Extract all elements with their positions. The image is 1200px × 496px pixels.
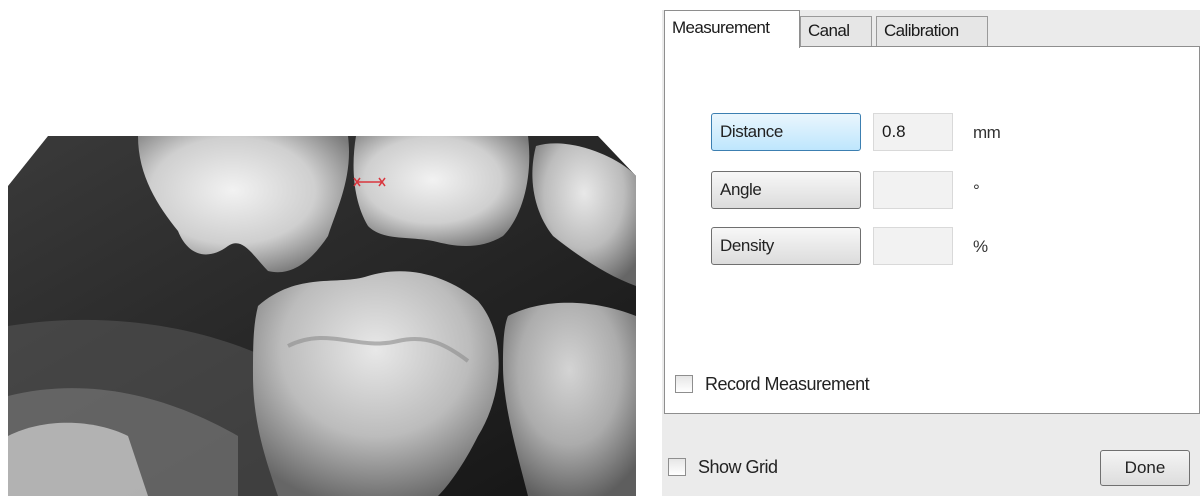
show-grid-checkbox[interactable]	[668, 458, 686, 476]
tab-measurement[interactable]: Measurement	[664, 10, 800, 48]
show-grid-label: Show Grid	[698, 457, 778, 477]
density-unit: %	[973, 237, 988, 256]
angle-unit: °	[973, 181, 980, 200]
record-measurement-label: Record Measurement	[705, 374, 870, 394]
record-measurement-checkbox[interactable]	[675, 375, 693, 393]
tab-bar: Measurement Canal Calibration	[662, 10, 1200, 48]
done-button[interactable]: Done	[1100, 450, 1190, 486]
tab-canal[interactable]: Canal	[800, 16, 872, 46]
distance-button[interactable]: Distance	[711, 113, 861, 151]
tab-calibration[interactable]: Calibration	[876, 16, 988, 46]
distance-value: 0.8	[873, 113, 953, 151]
measurement-panel: Measurement Canal Calibration Distance 0…	[662, 10, 1200, 496]
distance-unit: mm	[973, 123, 1001, 142]
density-value	[873, 227, 953, 265]
xray-image[interactable]	[8, 136, 636, 496]
density-button[interactable]: Density	[711, 227, 861, 265]
angle-value	[873, 171, 953, 209]
angle-button[interactable]: Angle	[711, 171, 861, 209]
tab-content-measurement: Distance 0.8 mm Angle ° Density % Record…	[664, 46, 1200, 414]
